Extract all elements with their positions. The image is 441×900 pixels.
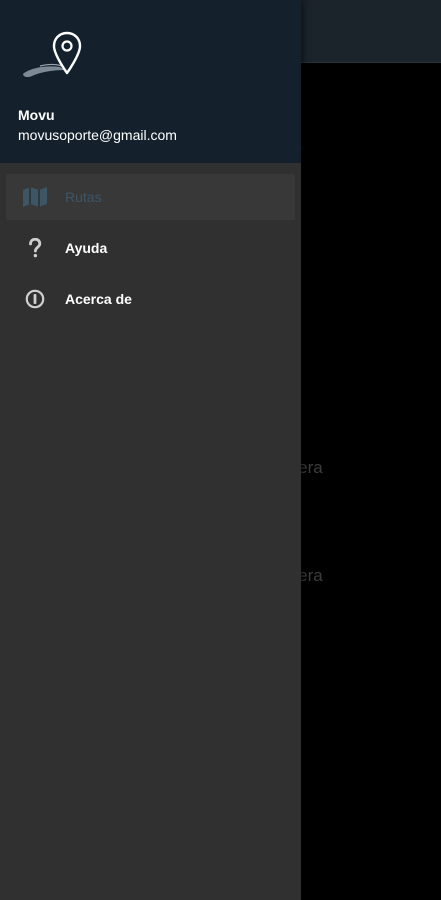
navigation-drawer: Movu movusoporte@gmail.com Rutas Ayuda A… [0, 0, 301, 900]
location-pin-logo-icon [23, 31, 82, 78]
drawer-item-ayuda[interactable]: Ayuda [6, 225, 295, 271]
user-name: Movu [18, 107, 55, 123]
drawer-item-acerca-de[interactable]: Acerca de [6, 276, 295, 322]
drawer-header: Movu movusoporte@gmail.com [0, 0, 301, 163]
drawer-item-label: Acerca de [65, 291, 132, 307]
question-mark-icon [22, 235, 48, 261]
info-circle-icon [22, 286, 48, 312]
map-icon [22, 184, 48, 210]
drawer-item-rutas[interactable]: Rutas [6, 174, 295, 220]
drawer-menu: Rutas Ayuda Acerca de [0, 174, 301, 327]
user-email: movusoporte@gmail.com [18, 127, 177, 143]
app-screen: os ntera ntera Movu movusoporte@gmail.co… [0, 0, 441, 900]
drawer-item-label: Ayuda [65, 240, 108, 256]
drawer-item-label: Rutas [65, 189, 102, 205]
